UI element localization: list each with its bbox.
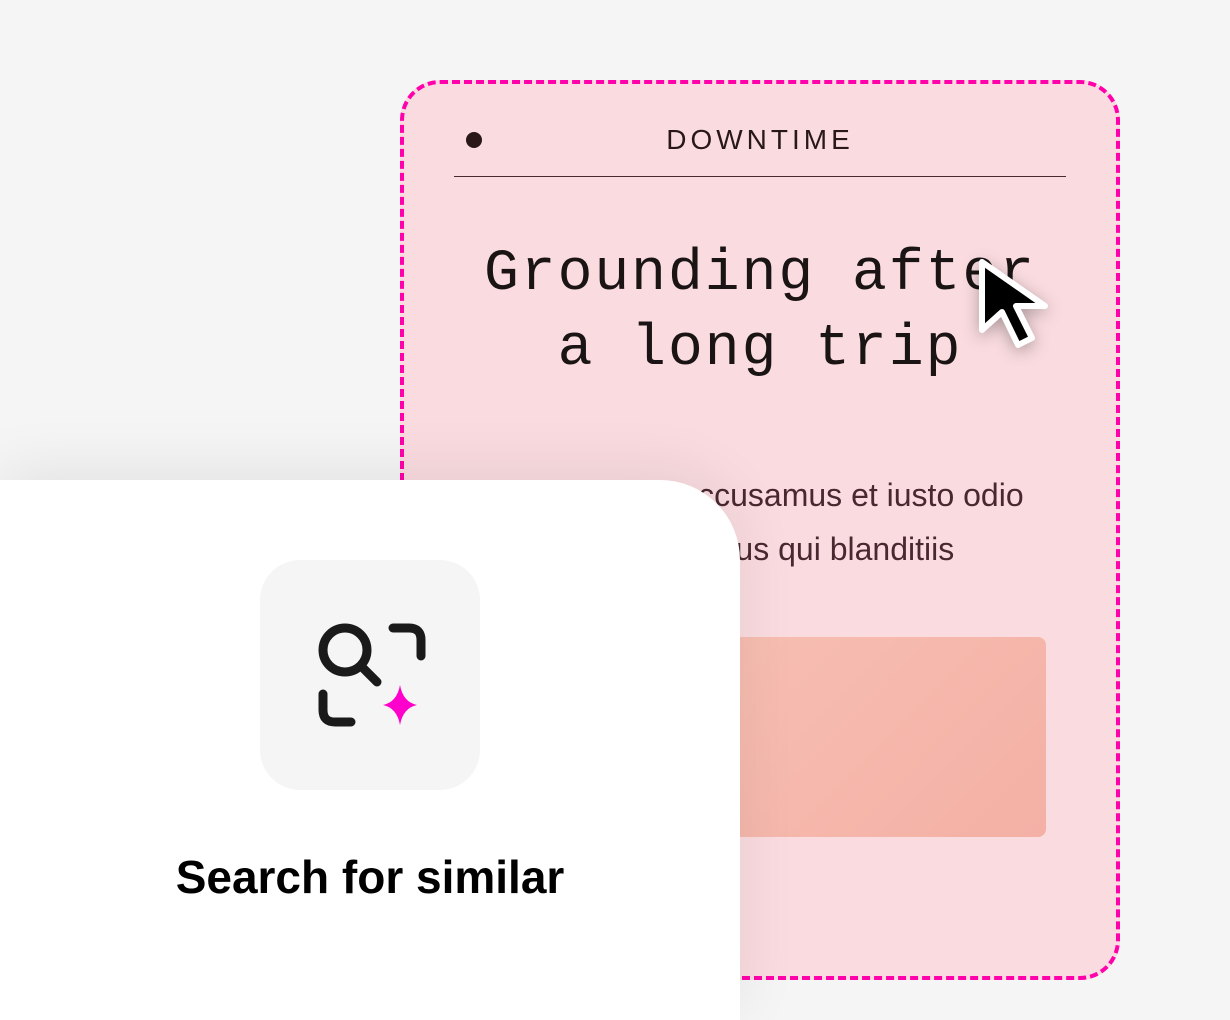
search-similar-label: Search for similar: [176, 850, 565, 904]
cursor-pointer-icon: [970, 250, 1080, 365]
search-similar-icon: [305, 610, 435, 740]
card-category-label: DOWNTIME: [454, 124, 1066, 156]
card-header: DOWNTIME: [454, 124, 1066, 177]
status-dot-icon: [466, 132, 482, 148]
search-similar-button[interactable]: [260, 560, 480, 790]
action-overlay-panel: Search for similar: [0, 480, 740, 1020]
